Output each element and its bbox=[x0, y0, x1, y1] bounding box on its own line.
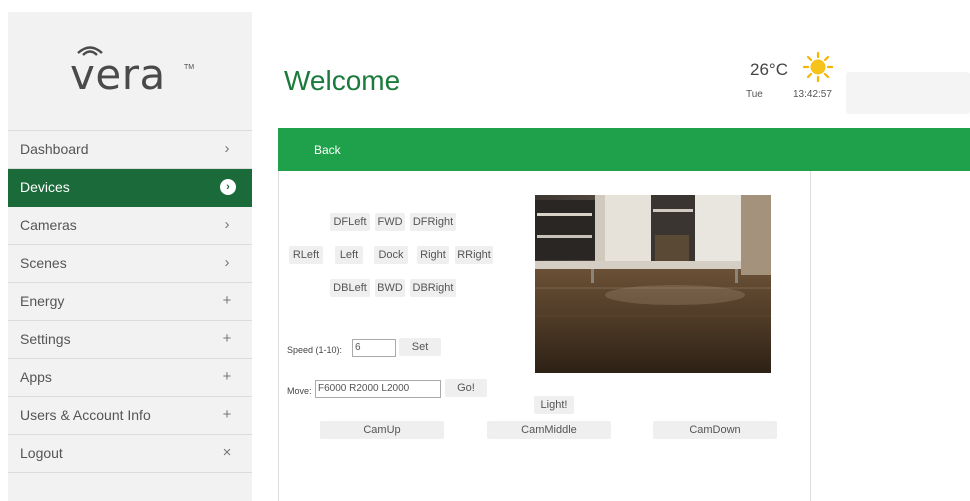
sidebar-item-cameras[interactable]: Cameras › bbox=[8, 207, 252, 245]
chevron-right-icon: › bbox=[224, 254, 230, 271]
speed-input[interactable]: 6 bbox=[352, 339, 396, 357]
dock-button[interactable]: Dock bbox=[374, 246, 408, 264]
rleft-button[interactable]: RLeft bbox=[289, 246, 323, 264]
right-button[interactable]: Right bbox=[417, 246, 449, 264]
sidebar: vera TM Dashboard › Devices › Cameras › Sce… bbox=[8, 12, 252, 501]
chevron-right-circle-icon: › bbox=[220, 179, 236, 195]
clock: 13:42:57 bbox=[793, 89, 832, 100]
sidebar-nav: Dashboard › Devices › Cameras › Scenes › Ene… bbox=[8, 130, 252, 473]
sun-icon bbox=[803, 52, 833, 82]
bwd-button[interactable]: BWD bbox=[375, 279, 405, 297]
sidebar-item-label: Dashboard bbox=[20, 141, 89, 157]
speed-label: Speed (1-10): bbox=[287, 345, 343, 355]
sidebar-item-devices[interactable]: Devices › bbox=[8, 169, 252, 207]
sidebar-item-label: Scenes bbox=[20, 255, 67, 271]
plus-icon: + bbox=[222, 292, 232, 309]
sidebar-item-settings[interactable]: Settings + bbox=[8, 321, 252, 359]
temperature: 26°C bbox=[750, 60, 788, 79]
dbright-button[interactable]: DBRight bbox=[410, 279, 456, 297]
close-icon: × bbox=[222, 444, 232, 461]
go-button[interactable]: Go! bbox=[445, 379, 487, 397]
sidebar-item-label: Settings bbox=[20, 331, 71, 347]
sidebar-item-label: Users & Account Info bbox=[20, 407, 151, 423]
sidebar-item-label: Logout bbox=[20, 445, 63, 461]
sidebar-item-label: Cameras bbox=[20, 217, 77, 233]
light-button[interactable]: Light! bbox=[534, 396, 574, 414]
sidebar-item-energy[interactable]: Energy + bbox=[8, 283, 252, 321]
sidebar-item-apps[interactable]: Apps + bbox=[8, 359, 252, 397]
rright-button[interactable]: RRight bbox=[455, 246, 493, 264]
sidebar-item-scenes[interactable]: Scenes › bbox=[8, 245, 252, 283]
page-title: Welcome bbox=[284, 65, 401, 96]
back-button[interactable]: Back bbox=[314, 143, 341, 157]
plus-icon: + bbox=[222, 330, 232, 347]
set-button[interactable]: Set bbox=[399, 338, 441, 356]
move-label: Move: bbox=[287, 386, 312, 396]
sidebar-item-users[interactable]: Users & Account Info + bbox=[8, 397, 252, 435]
chevron-right-icon: › bbox=[224, 140, 230, 157]
left-button[interactable]: Left bbox=[335, 246, 363, 264]
sidebar-item-dashboard[interactable]: Dashboard › bbox=[8, 131, 252, 169]
action-bar bbox=[278, 128, 970, 171]
sidebar-item-label: Energy bbox=[20, 293, 65, 309]
sidebar-item-label: Apps bbox=[20, 369, 52, 385]
cammiddle-button[interactable]: CamMiddle bbox=[487, 421, 611, 439]
chevron-right-icon: › bbox=[224, 216, 230, 233]
fwd-button[interactable]: FWD bbox=[375, 213, 405, 231]
plus-icon: + bbox=[222, 368, 232, 385]
dbleft-button[interactable]: DBLeft bbox=[330, 279, 370, 297]
sidebar-item-logout[interactable]: Logout × bbox=[8, 435, 252, 473]
logo-text: vera bbox=[70, 50, 166, 99]
dfleft-button[interactable]: DFLeft bbox=[330, 213, 370, 231]
header-search-box[interactable] bbox=[846, 72, 970, 114]
vera-logo[interactable]: vera TM bbox=[8, 12, 252, 130]
camera-feed bbox=[535, 195, 771, 373]
camera-feed-image bbox=[535, 195, 771, 373]
day-label: Tue bbox=[746, 89, 763, 100]
dfright-button[interactable]: DFRight bbox=[410, 213, 456, 231]
camdown-button[interactable]: CamDown bbox=[653, 421, 777, 439]
sidebar-item-label: Devices bbox=[20, 179, 70, 195]
plus-icon: + bbox=[222, 406, 232, 423]
move-input[interactable]: F6000 R2000 L2000 bbox=[315, 380, 441, 398]
logo-trademark: TM bbox=[184, 64, 195, 71]
camup-button[interactable]: CamUp bbox=[320, 421, 444, 439]
